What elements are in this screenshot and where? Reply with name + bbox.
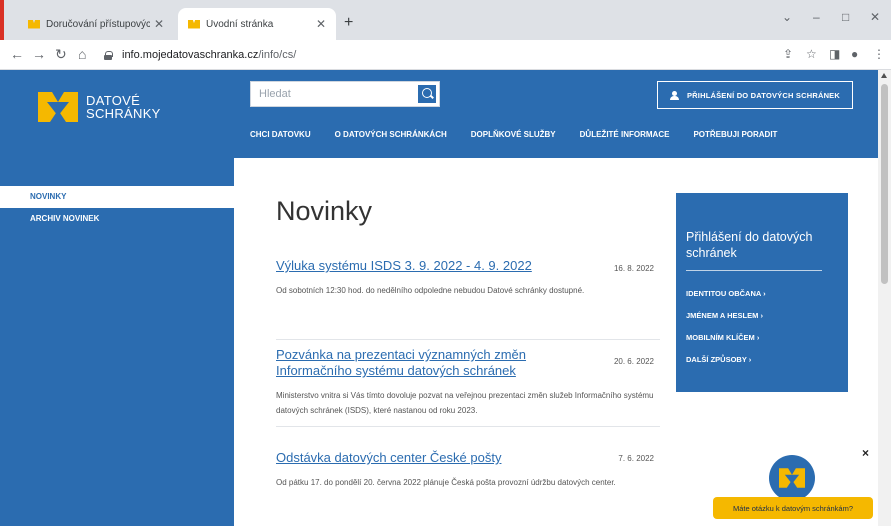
login-button-label: PŘIHLÁŠENÍ DO DATOVÝCH SCHRÁNEK: [686, 90, 841, 100]
minimize-icon[interactable]: –: [813, 10, 820, 24]
news-item: Výluka systému ISDS 3. 9. 2022 - 4. 9. 2…: [276, 258, 660, 340]
logo-mark-icon: [38, 92, 78, 122]
maximize-icon[interactable]: □: [842, 10, 849, 24]
news-item-text: Ministerstvo vnitra si Vás tímto dovoluj…: [276, 391, 654, 415]
site-header: DATOVÉ SCHRÁNKY PŘIHLÁŠENÍ DO DATOVÝCH S…: [0, 70, 878, 158]
home-icon[interactable]: ⌂: [78, 46, 86, 62]
forward-arrow-icon[interactable]: →: [32, 46, 46, 62]
tab-close-icon[interactable]: ✕: [154, 17, 164, 31]
scroll-up-arrow-icon[interactable]: [881, 73, 887, 78]
tab-close-icon[interactable]: ✕: [316, 17, 326, 31]
login-link-dalsi-zpusoby[interactable]: DALŠÍ ZPŮSOBY ›: [686, 355, 836, 364]
chat-launcher-button[interactable]: [769, 455, 815, 501]
sidebar-icon[interactable]: ◨: [829, 47, 840, 61]
login-link-jmenem-a-heslem[interactable]: JMÉNEM A HESLEM ›: [686, 311, 836, 320]
bookmark-star-icon[interactable]: ☆: [806, 47, 817, 61]
login-panel-title: Přihlášení do datových schránek: [686, 230, 813, 260]
nav-o-datovych-schrankach[interactable]: O DATOVÝCH SCHRÁNKÁCH: [335, 130, 447, 139]
news-item-title-link[interactable]: Výluka systému ISDS 3. 9. 2022 - 4. 9. 2…: [276, 258, 566, 274]
news-item-text: Od sobotních 12:30 hod. do nedělního odp…: [276, 286, 585, 295]
news-item-title-link[interactable]: Pozvánka na prezentaci významných změn I…: [276, 347, 566, 379]
new-tab-button[interactable]: +: [344, 14, 353, 32]
sidebar-item-archiv-novinek[interactable]: ARCHIV NOVINEK: [0, 208, 234, 230]
nav-chci-datovku[interactable]: CHCI DATOVKU: [250, 130, 311, 139]
person-icon: [669, 90, 679, 100]
search-box: [250, 81, 440, 107]
url-host: info.mojedatovaschranka.cz: [122, 49, 259, 61]
lock-icon: [104, 50, 113, 60]
login-link-mobilnim-klicem[interactable]: MOBILNÍM KLÍČEM ›: [686, 333, 836, 342]
browser-tab-uvodni[interactable]: Úvodní stránka ✕: [178, 8, 336, 40]
browser-tab-dorucovani[interactable]: Doručování přístupových údajů ✕: [18, 8, 174, 40]
page-scrollbar[interactable]: [878, 70, 891, 526]
reload-icon[interactable]: ↻: [55, 46, 67, 63]
scrollbar-thumb[interactable]: [881, 84, 888, 284]
login-link-identitou-obcana[interactable]: IDENTITOU OBČANA ›: [686, 289, 836, 298]
nav-potrebuji-poradit[interactable]: POTŘEBUJI PORADIT: [693, 130, 777, 139]
site-favicon-icon: [188, 20, 200, 29]
main-nav: CHCI DATOVKU O DATOVÝCH SCHRÁNKÁCH DOPLŇ…: [250, 130, 801, 139]
profile-icon[interactable]: ●: [851, 47, 858, 61]
chat-close-icon[interactable]: ×: [862, 446, 869, 460]
logo-text: DATOVÉ SCHRÁNKY: [86, 94, 161, 120]
news-item-title-link[interactable]: Odstávka datových center České pošty: [276, 450, 566, 466]
search-icon[interactable]: [417, 84, 437, 104]
browser-toolbar: ← → ↻ ⌂ info.mojedatovaschranka.cz/info/…: [0, 40, 891, 70]
login-panel: Přihlášení do datových schránek IDENTITO…: [676, 193, 848, 392]
site-favicon-icon: [28, 20, 40, 29]
window-edge: [0, 0, 4, 40]
share-icon[interactable]: ⇪: [783, 47, 793, 61]
url-path: /info/cs/: [258, 49, 297, 61]
nav-dulezite-informace[interactable]: DŮLEŽITÉ INFORMACE: [580, 130, 670, 139]
tab-title: Doručování přístupových údajů: [46, 18, 150, 30]
chat-logo-icon: [779, 468, 805, 488]
menu-dots-icon[interactable]: ⋮: [873, 47, 885, 61]
nav-doplnkove-sluzby[interactable]: DOPLŇKOVÉ SLUŽBY: [471, 130, 556, 139]
address-bar[interactable]: info.mojedatovaschranka.cz/info/cs/: [104, 44, 764, 66]
tab-search-chevron-icon[interactable]: ⌄: [782, 10, 792, 24]
logo-line2: SCHRÁNKY: [86, 106, 161, 121]
login-button[interactable]: PŘIHLÁŠENÍ DO DATOVÝCH SCHRÁNEK: [657, 81, 853, 109]
news-item: Odstávka datových center České pošty 7. …: [276, 450, 660, 516]
login-panel-divider: [686, 270, 822, 271]
sidebar: NOVINKY ARCHIV NOVINEK: [0, 158, 234, 526]
chat-prompt-bubble[interactable]: Máte otázku k datovým schránkám?: [713, 497, 873, 519]
news-item-date: 16. 8. 2022: [613, 264, 654, 273]
news-item: Pozvánka na prezentaci významných změn I…: [276, 347, 660, 427]
news-item-date: 7. 6. 2022: [618, 454, 654, 463]
browser-tab-strip: Doručování přístupových údajů ✕ Úvodní s…: [0, 0, 891, 40]
window-close-icon[interactable]: ✕: [870, 10, 880, 24]
news-item-date: 20. 6. 2022: [613, 357, 654, 366]
site-logo[interactable]: DATOVÉ SCHRÁNKY: [38, 92, 161, 122]
sidebar-item-novinky[interactable]: NOVINKY: [0, 186, 234, 208]
page-title: Novinky: [276, 196, 373, 226]
search-input[interactable]: [251, 82, 417, 106]
tab-title: Úvodní stránka: [206, 18, 274, 30]
news-item-text: Od pátku 17. do pondělí 20. června 2022 …: [276, 478, 616, 487]
back-arrow-icon[interactable]: ←: [10, 46, 24, 62]
